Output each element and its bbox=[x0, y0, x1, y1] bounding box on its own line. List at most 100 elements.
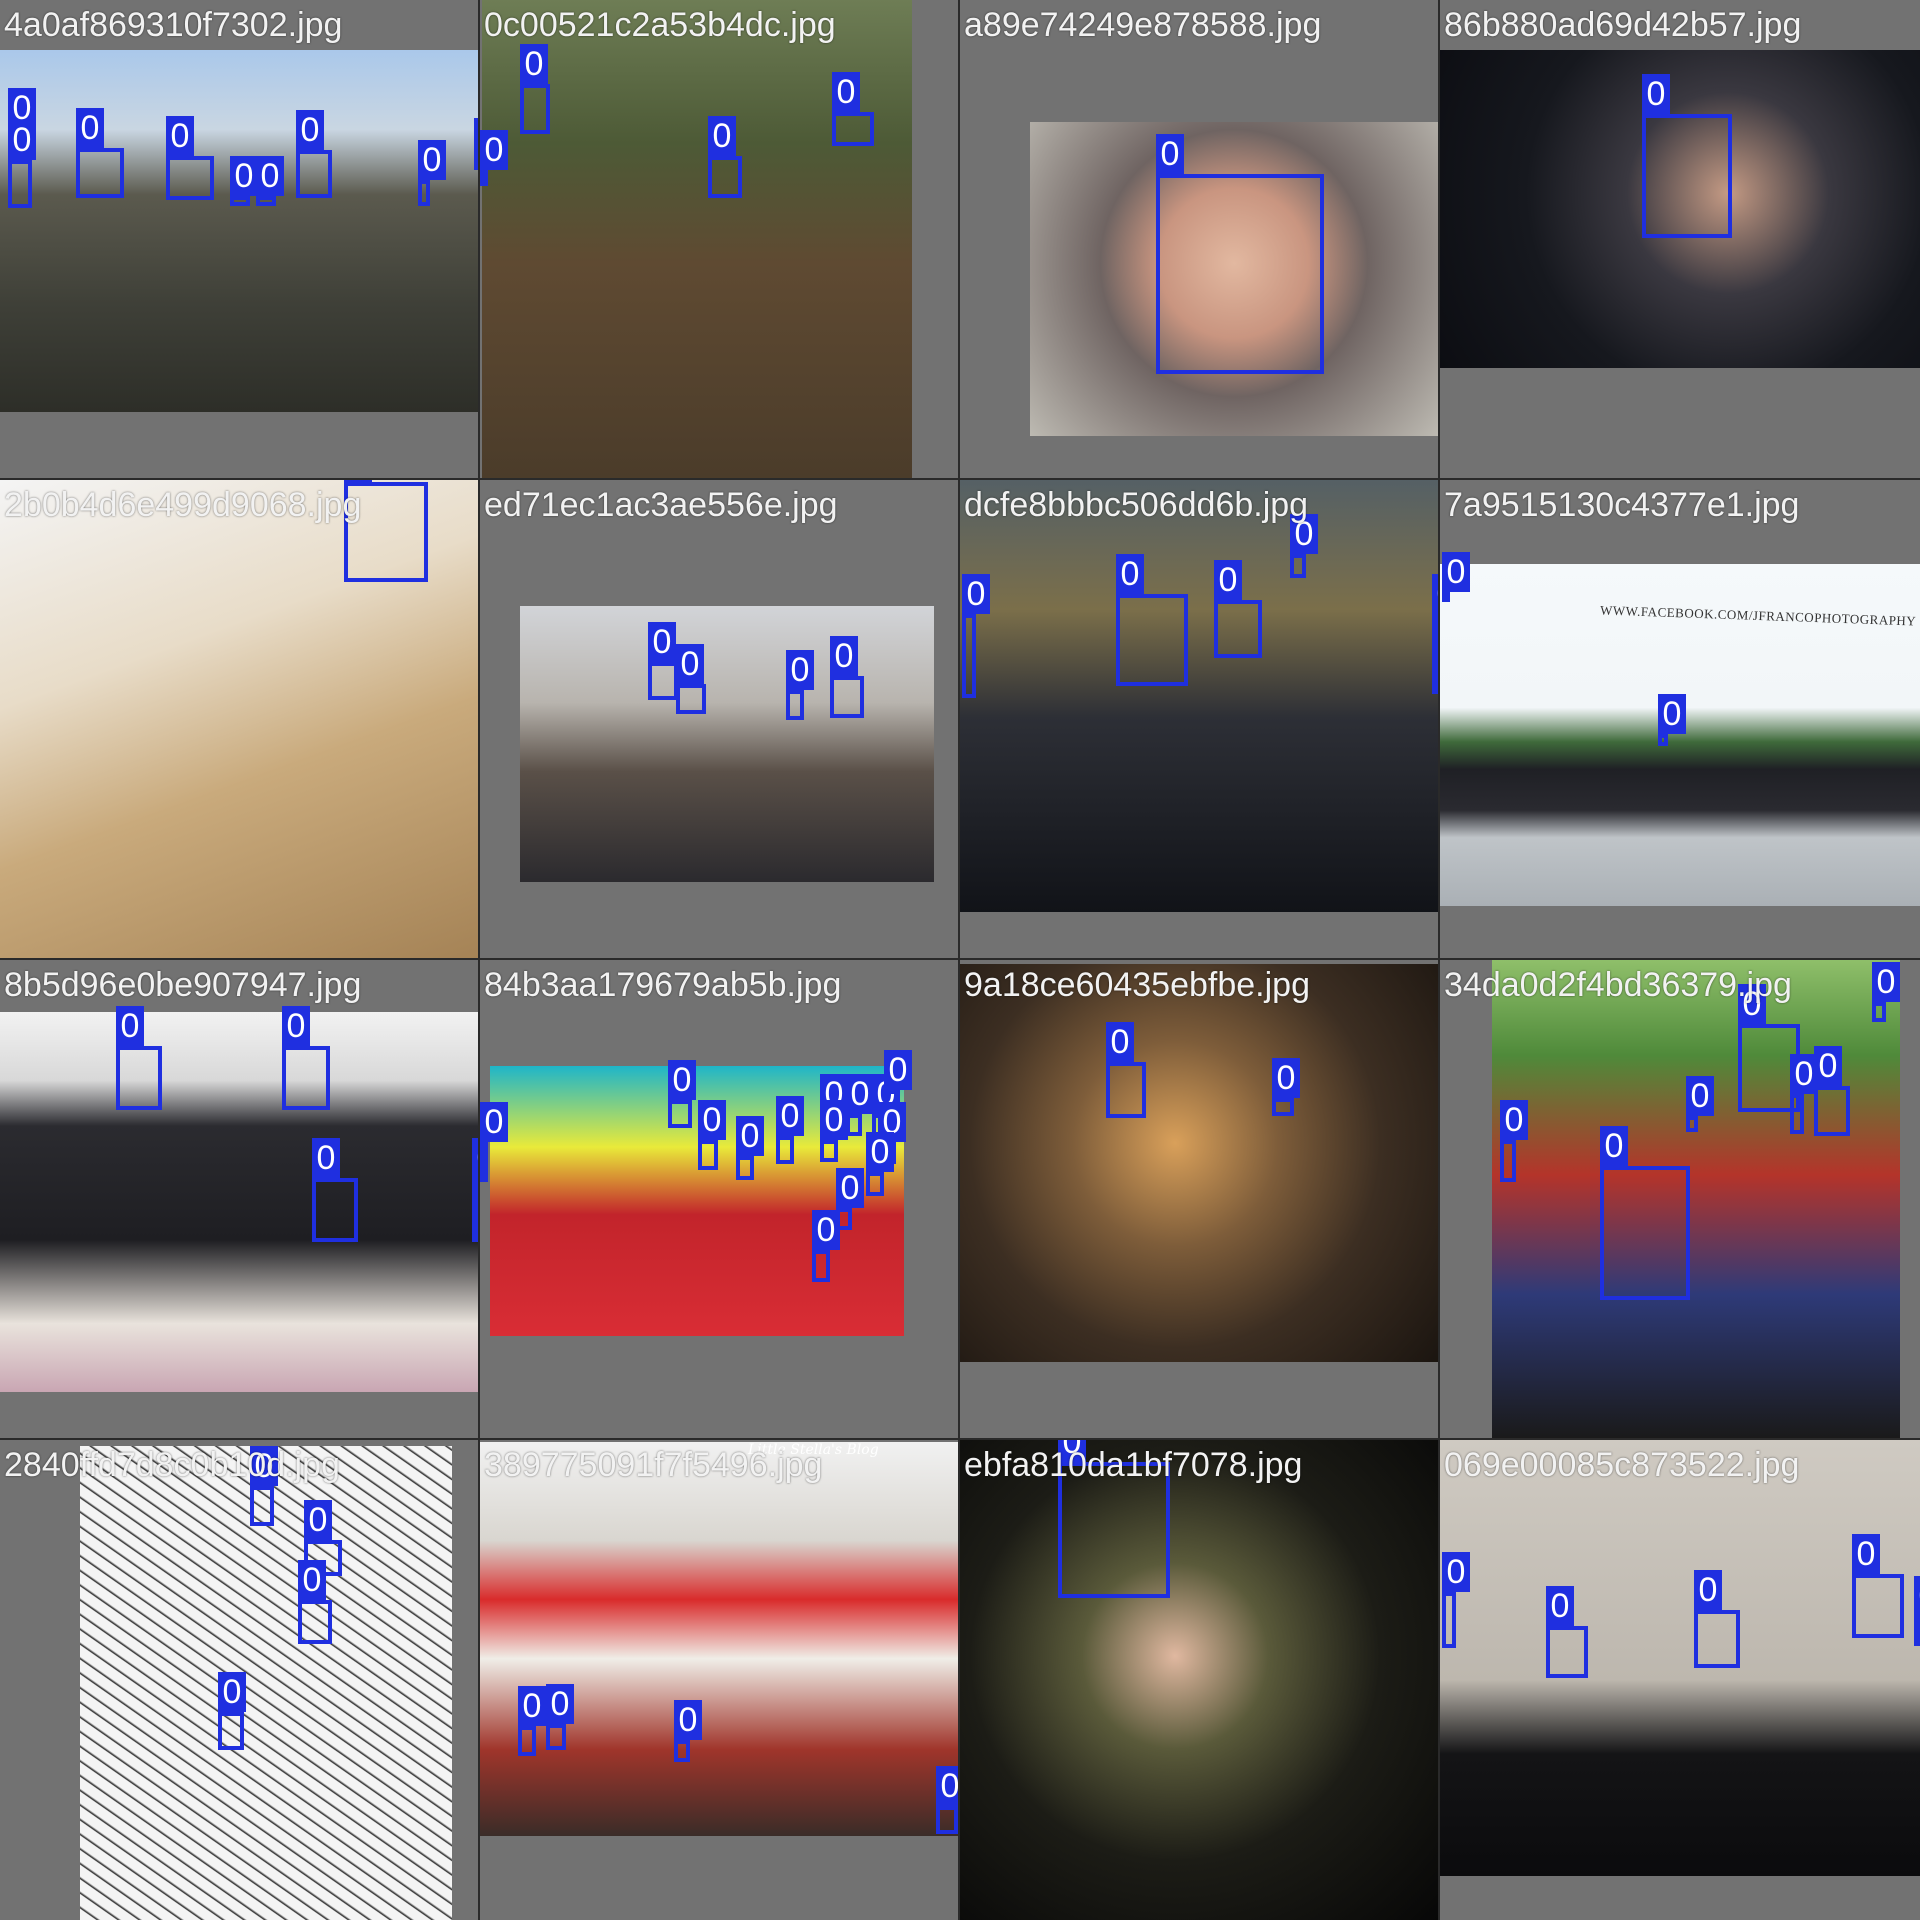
tile-filename: 8b5d96e0be907947.jpg bbox=[4, 966, 362, 1004]
class-label: 0 bbox=[836, 1168, 864, 1208]
bbox: 0 bbox=[166, 116, 214, 200]
bbox: 0 bbox=[480, 1102, 508, 1182]
bbox: 0 bbox=[830, 636, 864, 718]
class-label: 0 bbox=[116, 1006, 144, 1046]
class-label: 0 bbox=[832, 72, 860, 112]
class-label: 0 bbox=[256, 156, 284, 196]
bbox: 0 bbox=[708, 116, 742, 198]
class-label: 0 bbox=[230, 156, 258, 196]
tile-filename: 7a9515130c4377e1.jpg bbox=[1444, 486, 1800, 524]
tile-1: 0 0 0 0 0 0 0 0 0 4a0af869310f7302.jpg bbox=[0, 0, 478, 478]
bbox: 0 bbox=[820, 1100, 848, 1162]
bbox: 0 bbox=[298, 1560, 332, 1644]
bbox: 0 bbox=[8, 120, 36, 208]
class-label: 0 bbox=[830, 636, 858, 676]
class-label: 0 bbox=[296, 110, 324, 150]
tile-photo bbox=[1492, 960, 1900, 1438]
tile-filename: 389775091f7f5496.jpg bbox=[484, 1446, 823, 1484]
bbox: 0 bbox=[962, 574, 990, 698]
tile-photo bbox=[520, 606, 934, 882]
tile-10: 0 0 0 0 0 0 0 0 0 0 0 0 0 0 84b3aa179679… bbox=[480, 960, 958, 1438]
class-label: 0 bbox=[936, 1766, 958, 1806]
class-label: 0 bbox=[344, 480, 372, 482]
class-label: 0 bbox=[1600, 1126, 1628, 1166]
tile-2: 0 0 0 0 0c00521c2a53b4dc.jpg bbox=[480, 0, 958, 478]
tile-filename: 0c00521c2a53b4dc.jpg bbox=[484, 6, 836, 44]
bbox: 0 bbox=[472, 1138, 478, 1242]
tile-11: 0 0 9a18ce60435ebfbe.jpg bbox=[960, 960, 1438, 1438]
class-label: 0 bbox=[76, 108, 104, 148]
bbox: 0 bbox=[256, 156, 284, 206]
bbox: 0 bbox=[846, 1074, 874, 1136]
class-label: 0 bbox=[884, 1050, 912, 1090]
bbox: 0 bbox=[520, 44, 550, 134]
tile-photo bbox=[960, 964, 1438, 1362]
tile-12: 0 0 0 0 0 0 0 34da0d2f4bd36379.jpg bbox=[1440, 960, 1920, 1438]
bbox: 0 bbox=[1658, 694, 1686, 746]
class-label: 0 bbox=[1500, 1100, 1528, 1140]
tile-filename: 34da0d2f4bd36379.jpg bbox=[1444, 966, 1792, 1004]
bbox: 0 bbox=[296, 110, 332, 198]
tile-7: 0 0 0 0 0 dcfe8bbbc506dd6b.jpg bbox=[960, 480, 1438, 958]
tile-filename: 84b3aa179679ab5b.jpg bbox=[484, 966, 842, 1004]
class-label: 0 bbox=[298, 1560, 326, 1600]
tile-photo bbox=[960, 480, 1438, 912]
bbox: 0 bbox=[786, 650, 814, 720]
bbox: 0 bbox=[1116, 554, 1188, 686]
bbox: 0 bbox=[866, 1132, 894, 1196]
tile-14: Little Stella's Blog 0 0 0 0 389775091f7… bbox=[480, 1440, 958, 1920]
bbox: 0 bbox=[1686, 1076, 1714, 1132]
class-label: 0 bbox=[866, 1132, 894, 1172]
tile-filename: 4a0af869310f7302.jpg bbox=[4, 6, 343, 44]
class-label: 0 bbox=[1658, 694, 1686, 734]
tile-9: 0 0 0 0 8b5d96e0be907947.jpg bbox=[0, 960, 478, 1438]
tile-filename: ebfa810da1bf7078.jpg bbox=[964, 1446, 1303, 1484]
tile-photo bbox=[0, 1012, 478, 1392]
tile-8: WWW.FACEBOOK.COM/JFRANCOPHOTOGRAPHY 0 0 … bbox=[1440, 480, 1920, 958]
bbox: 0 bbox=[1442, 552, 1470, 602]
bbox: 0 bbox=[648, 622, 678, 700]
tile-15: 0 ebfa810da1bf7078.jpg bbox=[960, 1440, 1438, 1920]
bbox: 0 bbox=[1214, 560, 1262, 658]
bbox: 0 bbox=[1914, 1576, 1920, 1646]
bbox: 0 bbox=[418, 140, 446, 206]
bbox: 0 bbox=[1156, 134, 1324, 374]
class-label: 0 bbox=[480, 1102, 508, 1142]
tile-filename: a89e74249e878588.jpg bbox=[964, 6, 1322, 44]
class-label: 0 bbox=[676, 644, 704, 684]
bbox: 0 bbox=[1432, 574, 1438, 694]
bbox: 0 bbox=[936, 1766, 958, 1834]
tile-16: 0 0 0 0 0 069e00085c873522.jpg bbox=[1440, 1440, 1920, 1920]
tile-5: 0 2b0b4d6e499d9068.jpg bbox=[0, 480, 478, 958]
bbox: 0 bbox=[1500, 1100, 1528, 1182]
class-label: 0 bbox=[312, 1138, 340, 1178]
class-label: 0 bbox=[708, 116, 736, 156]
tile-filename: 069e00085c873522.jpg bbox=[1444, 1446, 1800, 1484]
class-label: 0 bbox=[304, 1500, 332, 1540]
bbox: 0 bbox=[116, 1006, 162, 1110]
class-label: 0 bbox=[1852, 1534, 1880, 1574]
tile-filename: 86b880ad69d42b57.jpg bbox=[1444, 6, 1802, 44]
bbox: 0 bbox=[250, 1446, 278, 1526]
tile-filename: 2b0b4d6e499d9068.jpg bbox=[4, 486, 362, 524]
mosaic-grid: 0 0 0 0 0 0 0 0 0 4a0af869310f7302.jpg 0… bbox=[0, 0, 1920, 1920]
class-label: 0 bbox=[736, 1116, 764, 1156]
class-label: 0 bbox=[1642, 74, 1670, 114]
bbox: 0 bbox=[1642, 74, 1732, 238]
class-label: 0 bbox=[820, 1100, 848, 1140]
class-label: 0 bbox=[166, 116, 194, 156]
bbox: 0 bbox=[312, 1138, 358, 1242]
class-label: 0 bbox=[1272, 1058, 1300, 1098]
bbox: 0 bbox=[1852, 1534, 1904, 1638]
class-label: 0 bbox=[1814, 1046, 1842, 1086]
bbox: 0 bbox=[1790, 1054, 1818, 1134]
class-label: 0 bbox=[518, 1686, 546, 1726]
tile-filename: dcfe8bbbc506dd6b.jpg bbox=[964, 486, 1309, 524]
class-label: 0 bbox=[480, 130, 508, 170]
class-label: 0 bbox=[1214, 560, 1242, 600]
class-label: 0 bbox=[418, 140, 446, 180]
bbox: 0 bbox=[1272, 1058, 1300, 1116]
bbox: 0 bbox=[1600, 1126, 1690, 1300]
bbox: 0 bbox=[480, 130, 508, 186]
bbox: 0 bbox=[698, 1100, 726, 1170]
